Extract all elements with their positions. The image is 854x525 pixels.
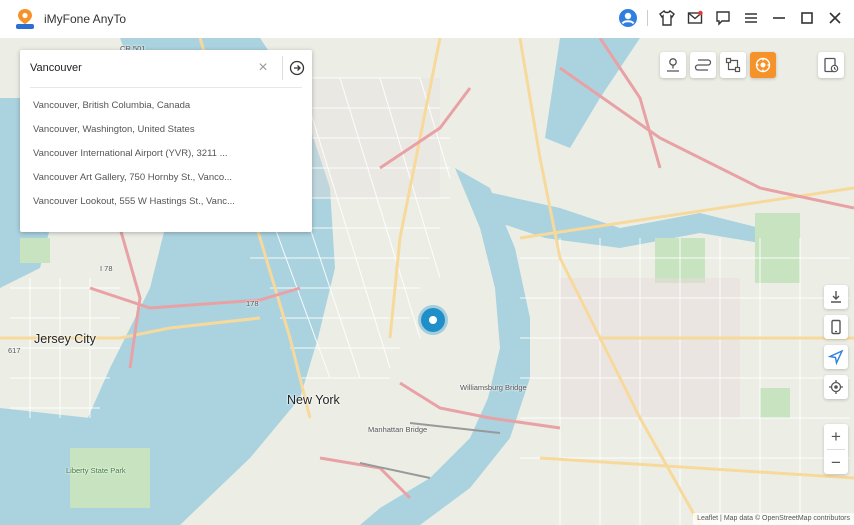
titlebar-divider [647, 10, 648, 26]
residential-area [560, 278, 740, 418]
mode-toolbar [660, 52, 776, 78]
close-icon[interactable] [824, 6, 846, 30]
map-label-178: 178 [246, 299, 259, 308]
anyto-pin-logo [16, 9, 34, 29]
park-area [760, 388, 790, 418]
search-panel: × Vancouver, British Columbia, Canada Va… [20, 50, 312, 232]
history-icon[interactable] [818, 52, 844, 78]
map-label-617: 617 [8, 346, 21, 355]
zoom-control: + − [824, 424, 848, 474]
teleport-icon[interactable] [660, 52, 686, 78]
save-icon[interactable] [824, 285, 848, 309]
joystick-icon[interactable] [750, 52, 776, 78]
map-label-liberty-park: Liberty State Park [66, 466, 126, 475]
user-icon[interactable] [617, 6, 639, 30]
map-label-new-york: New York [287, 393, 340, 407]
tshirt-icon[interactable] [656, 6, 678, 30]
multi-spot-route-icon[interactable] [720, 52, 746, 78]
search-bar: × [20, 50, 312, 86]
map-label-manhattan-bridge: Manhattan Bridge [368, 425, 428, 434]
zoom-in-button[interactable]: + [824, 424, 848, 449]
zoom-out-button[interactable]: − [824, 450, 848, 475]
map-label-jersey-city: Jersey City [34, 332, 96, 346]
suggestion-item[interactable]: Vancouver, British Columbia, Canada [20, 94, 312, 118]
park-area [20, 238, 50, 263]
suggestion-item[interactable]: Vancouver Lookout, 555 W Hastings St., V… [20, 190, 312, 214]
location-pin-icon[interactable] [421, 308, 445, 332]
map-attribution[interactable]: Leaflet | Map data © OpenStreetMap contr… [693, 513, 854, 525]
map-label-i78: I 78 [100, 264, 113, 273]
map-label-williamsburg-bridge: Williamsburg Bridge [460, 383, 527, 392]
suggestion-item[interactable]: Vancouver Art Gallery, 750 Hornby St., V… [20, 166, 312, 190]
suggestion-item[interactable]: Vancouver, Washington, United States [20, 118, 312, 142]
search-go-icon[interactable] [286, 57, 308, 79]
park-area [70, 448, 150, 508]
chat-icon[interactable] [712, 6, 734, 30]
device-icon[interactable] [824, 315, 848, 339]
locate-icon[interactable] [824, 375, 848, 399]
titlebar-controls [617, 6, 846, 30]
suggestion-list: Vancouver, British Columbia, Canada Vanc… [20, 94, 312, 214]
menu-icon[interactable] [740, 6, 762, 30]
search-divider [282, 56, 283, 80]
title-bar: iMyFone AnyTo [0, 0, 854, 38]
maximize-icon[interactable] [796, 6, 818, 30]
side-toolbar [824, 285, 848, 399]
two-spot-route-icon[interactable] [690, 52, 716, 78]
minimize-icon[interactable] [768, 6, 790, 30]
mail-icon[interactable] [684, 6, 706, 30]
navigate-icon[interactable] [824, 345, 848, 369]
suggestion-divider [30, 87, 302, 88]
search-input[interactable] [30, 58, 250, 78]
clear-search-button[interactable]: × [254, 59, 272, 77]
park-area [755, 213, 800, 283]
suggestion-item[interactable]: Vancouver International Airport (YVR), 3… [20, 142, 312, 166]
app-title: iMyFone AnyTo [44, 12, 127, 26]
